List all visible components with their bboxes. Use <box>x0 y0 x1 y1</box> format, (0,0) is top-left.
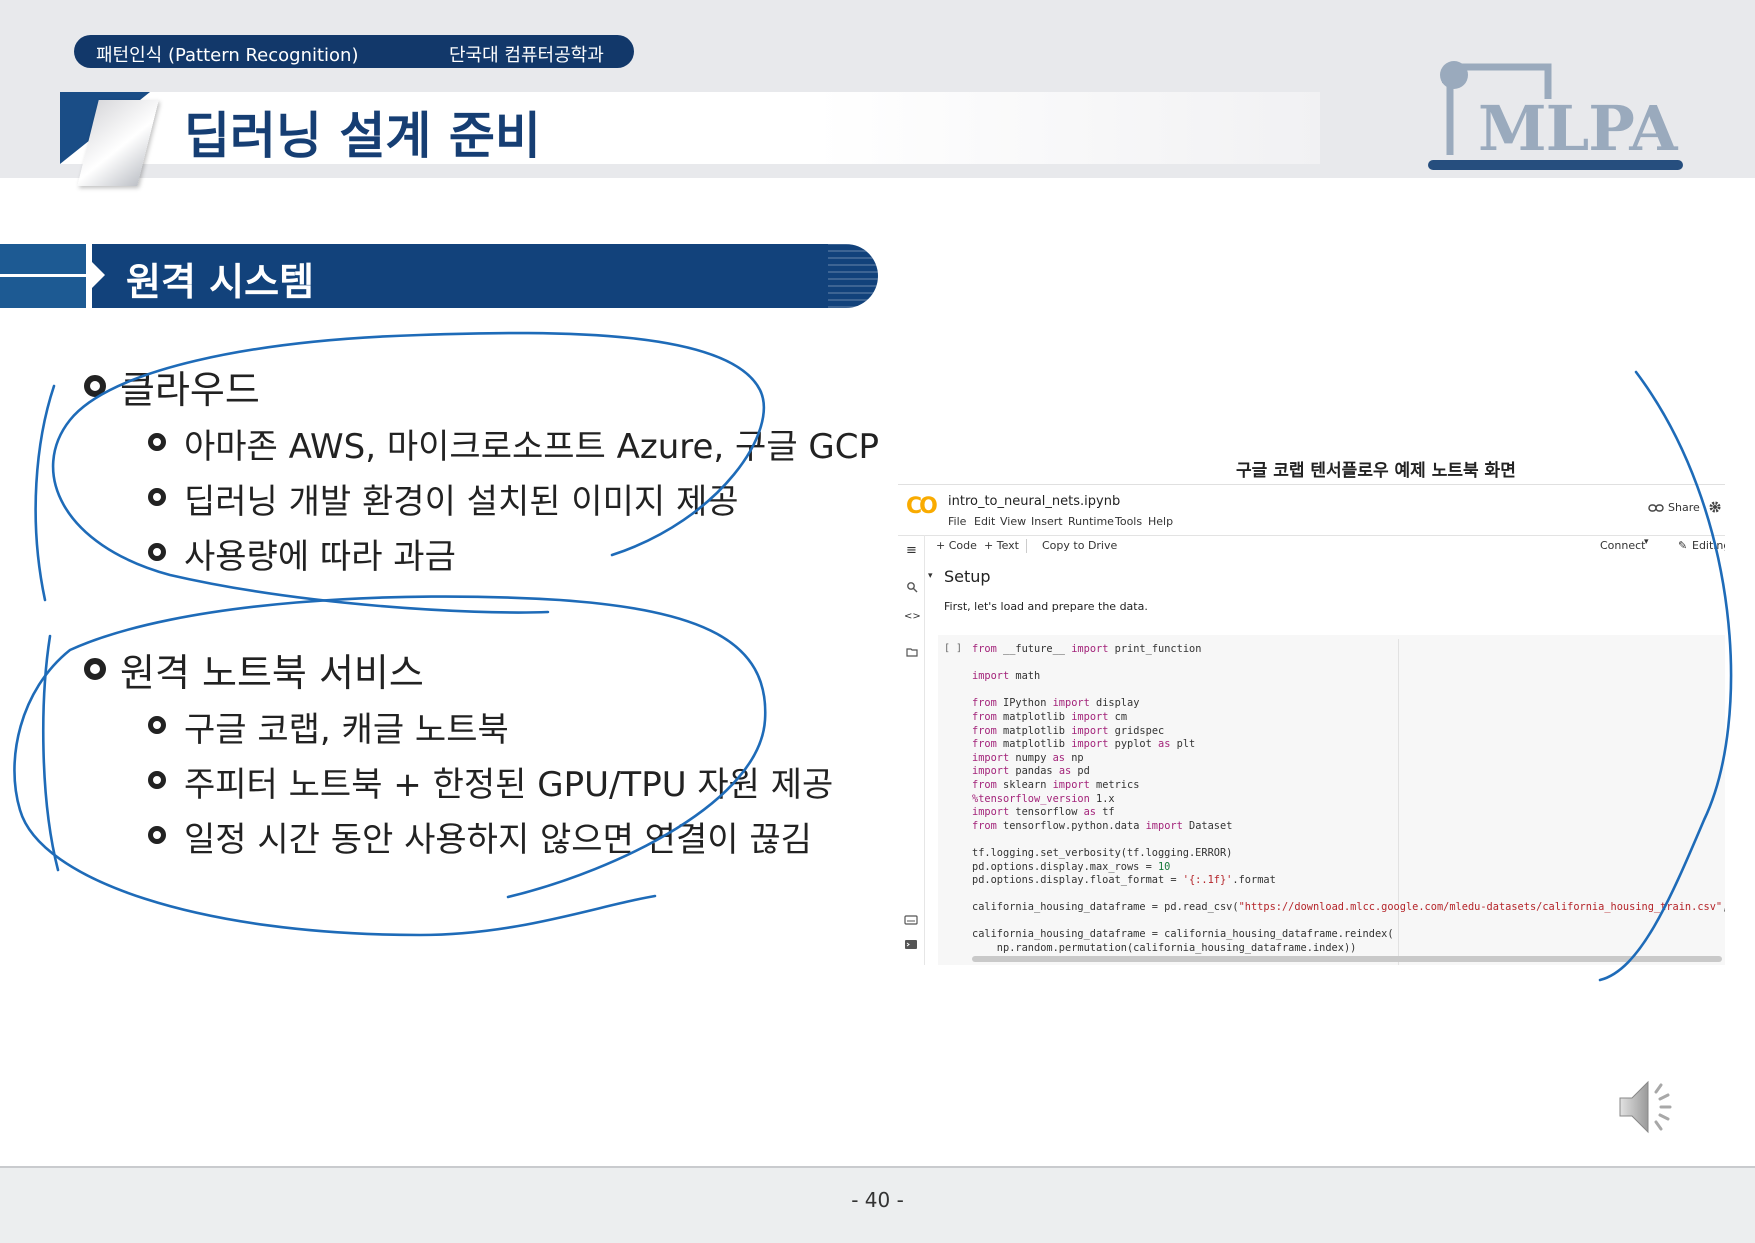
code-line: from tensorflow.python.data import Datas… <box>972 819 1233 832</box>
sub-bullet-icon <box>148 543 166 561</box>
course-pill: 패턴인식 (Pattern Recognition) 단국대 컴퓨터공학과 <box>74 35 634 68</box>
menu-file[interactable]: File <box>948 515 966 528</box>
add-code-button[interactable]: + Code <box>936 539 977 552</box>
ink-stroke <box>41 634 60 872</box>
code-line: %tensorflow_version 1.x <box>972 792 1115 805</box>
toolbar-divider <box>898 535 1725 536</box>
sub-bullet: 구글 코랩, 캐글 노트북 <box>184 710 509 750</box>
sub-bullet: 딥러닝 개발 환경이 설치된 이미지 제공 <box>184 482 739 522</box>
figure-caption: 구글 코랩 텐서플로우 예제 노트북 화면 <box>1236 461 1516 481</box>
pencil-icon: ✎ <box>1678 539 1688 552</box>
code-line: california_housing_dataframe = pd.read_c… <box>972 901 1725 914</box>
code-line: import numpy as np <box>972 751 1084 764</box>
code-icon[interactable]: <> <box>904 611 921 622</box>
code-line: import math <box>972 670 1041 683</box>
colab-screenshot: CO intro_to_neural_nets.ipynb File Edit … <box>898 484 1725 965</box>
chevron-down-icon[interactable]: ▾ <box>1644 537 1649 547</box>
speaker-icon[interactable] <box>1616 1074 1682 1140</box>
code-line: import pandas as pd <box>972 765 1090 778</box>
sub-bullet: 사용량에 따라 과금 <box>184 537 456 577</box>
search-icon[interactable] <box>906 581 918 593</box>
intro-text: First, let's load and prepare the data. <box>944 600 1148 613</box>
code-line: import tensorflow as tf <box>972 806 1115 819</box>
sub-bullet-icon <box>148 826 166 844</box>
course-name: 패턴인식 (Pattern Recognition) <box>96 45 359 66</box>
department-name: 단국대 컴퓨터공학과 <box>449 45 604 66</box>
horizontal-scrollbar[interactable] <box>972 956 1722 962</box>
collapse-chevron-icon[interactable]: ▾ <box>928 571 933 581</box>
code-line: np.random.permutation(california_housing… <box>972 942 1357 955</box>
sub-bullet: 주피터 노트북 + 한정된 GPU/TPU 자원 제공 <box>184 765 834 805</box>
code-block: from __future__ import print_function im… <box>972 643 1725 956</box>
menu-edit[interactable]: Edit <box>974 515 995 528</box>
code-line: from matplotlib import pyplot as plt <box>972 738 1196 751</box>
menu-tools[interactable]: Tools <box>1115 515 1142 528</box>
toolbar-separator <box>1026 539 1027 553</box>
section-bar-line <box>0 274 86 277</box>
logo-underline <box>1428 160 1683 170</box>
section-title: 원격 시스템 <box>126 260 315 304</box>
colab-logo: CO <box>906 494 938 519</box>
editing-status[interactable]: Editing <box>1692 539 1725 552</box>
code-line: from sklearn import metrics <box>972 778 1140 791</box>
section-heading-setup: Setup <box>944 567 991 586</box>
code-line: tf.logging.set_verbosity(tf.logging.ERRO… <box>972 846 1233 859</box>
code-line: from matplotlib import cm <box>972 710 1128 723</box>
code-line: pd.options.display.float_format = '{:.1f… <box>972 874 1276 887</box>
toc-icon[interactable]: ≡ <box>906 543 917 558</box>
sub-bullet: 아마존 AWS, 마이크로소프트 Azure, 구글 GCP <box>184 427 880 467</box>
section-bar-stripes <box>828 244 878 308</box>
code-line: from __future__ import print_function <box>972 643 1202 655</box>
bullet-icon <box>84 375 106 397</box>
ink-stroke <box>34 384 56 602</box>
link-icon <box>1648 504 1664 512</box>
section-arrow-icon <box>92 262 105 288</box>
share-button[interactable]: Share <box>1668 501 1700 514</box>
code-line: california_housing_dataframe = californi… <box>972 928 1394 941</box>
menu-view[interactable]: View <box>1000 515 1026 528</box>
gear-icon[interactable] <box>1708 500 1722 514</box>
page-title: 딥러닝 설계 준비 <box>184 107 541 165</box>
connect-button[interactable]: Connect <box>1600 539 1645 552</box>
sub-bullet-icon <box>148 488 166 506</box>
copy-to-drive-button[interactable]: Copy to Drive <box>1042 539 1117 552</box>
logo-text: MLPA <box>1478 92 1677 165</box>
run-cell-button[interactable]: [ ] <box>944 643 962 654</box>
bullet-notebook-service: 원격 노트북 서비스 <box>120 651 424 695</box>
add-text-button[interactable]: + Text <box>984 539 1019 552</box>
sub-bullet-icon <box>148 716 166 734</box>
menu-insert[interactable]: Insert <box>1031 515 1063 528</box>
sub-bullet: 일정 시간 동안 사용하지 않으면 연결이 끊김 <box>184 820 812 860</box>
code-line: from matplotlib import gridspec <box>972 724 1165 737</box>
menu-runtime[interactable]: Runtime <box>1068 515 1114 528</box>
code-line: from IPython import display <box>972 697 1140 710</box>
notebook-filename[interactable]: intro_to_neural_nets.ipynb <box>948 494 1120 509</box>
keyboard-icon[interactable] <box>904 915 918 925</box>
code-line: pd.options.display.max_rows = 10 <box>972 860 1171 873</box>
sidebar-divider <box>924 535 925 965</box>
bullet-icon <box>84 658 106 680</box>
terminal-icon[interactable] <box>904 939 918 950</box>
folder-icon[interactable] <box>906 647 918 657</box>
sub-bullet-icon <box>148 433 166 451</box>
page-number: - 40 - <box>851 1188 904 1212</box>
menu-help[interactable]: Help <box>1148 515 1173 528</box>
sub-bullet-icon <box>148 771 166 789</box>
bullet-cloud: 클라우드 <box>120 368 260 412</box>
